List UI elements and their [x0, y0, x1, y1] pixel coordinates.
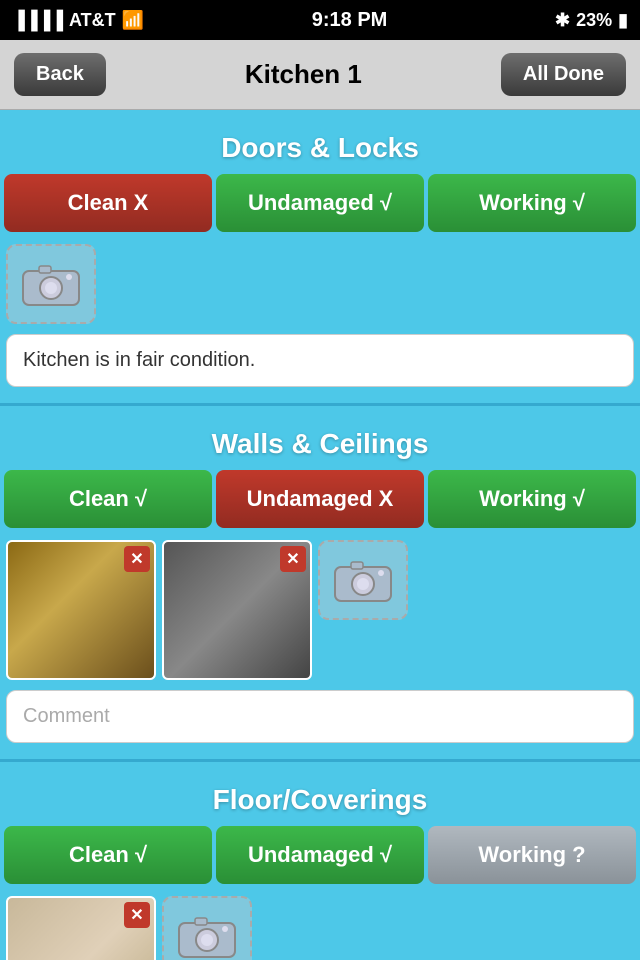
walls-ceilings-undamaged-btn[interactable]: Undamaged X	[216, 470, 424, 528]
carrier-label: AT&T	[69, 10, 116, 31]
walls-ceilings-comment[interactable]	[6, 690, 634, 743]
nav-bar: Back Kitchen 1 All Done	[0, 40, 640, 110]
camera-icon	[333, 555, 393, 605]
walls-ceilings-camera-btn[interactable]	[318, 540, 408, 620]
camera-icon	[21, 259, 81, 309]
walls-photo-2: ✕	[162, 540, 312, 680]
doors-locks-clean-btn[interactable]: Clean X	[4, 174, 212, 232]
floor-coverings-working-btn[interactable]: Working ?	[428, 826, 636, 884]
walls-photo-1-delete[interactable]: ✕	[124, 546, 150, 572]
walls-photo-2-delete[interactable]: ✕	[280, 546, 306, 572]
divider-1	[0, 403, 640, 406]
divider-2	[0, 759, 640, 762]
camera-icon	[177, 911, 237, 960]
section-doors-locks: Doors & Locks Clean X Undamaged √ Workin…	[0, 118, 640, 395]
wifi-icon: 📶	[122, 10, 144, 31]
status-right: ✱ 23% ▮	[555, 10, 628, 31]
section-title-walls-ceilings: Walls & Ceilings	[0, 414, 640, 470]
floor-photo-1-delete[interactable]: ✕	[124, 902, 150, 928]
back-button[interactable]: Back	[14, 53, 106, 96]
all-done-button[interactable]: All Done	[501, 53, 626, 96]
doors-locks-photos	[0, 238, 640, 330]
main-content: Doors & Locks Clean X Undamaged √ Workin…	[0, 110, 640, 960]
floor-coverings-camera-btn[interactable]	[162, 896, 252, 960]
walls-ceilings-clean-btn[interactable]: Clean √	[4, 470, 212, 528]
status-left: ▐▐▐▐ AT&T 📶	[12, 10, 144, 31]
section-floor-coverings: Floor/Coverings Clean √ Undamaged √ Work…	[0, 770, 640, 960]
floor-coverings-btn-row: Clean √ Undamaged √ Working ?	[4, 826, 636, 884]
doors-locks-btn-row: Clean X Undamaged √ Working √	[4, 174, 636, 232]
status-time: 9:18 PM	[312, 9, 388, 32]
walls-ceilings-btn-row: Clean √ Undamaged X Working √	[4, 470, 636, 528]
floor-coverings-clean-btn[interactable]: Clean √	[4, 826, 212, 884]
doors-locks-camera-btn[interactable]	[6, 244, 96, 324]
floor-coverings-photos: ✕	[0, 890, 640, 960]
doors-locks-comment[interactable]	[6, 334, 634, 387]
bluetooth-icon: ✱	[555, 10, 570, 31]
section-title-doors-locks: Doors & Locks	[0, 118, 640, 174]
page-title: Kitchen 1	[245, 59, 362, 90]
floor-photo-1: ✕	[6, 896, 156, 960]
doors-locks-undamaged-btn[interactable]: Undamaged √	[216, 174, 424, 232]
battery-icon: ▮	[618, 10, 628, 31]
section-walls-ceilings: Walls & Ceilings Clean √ Undamaged X Wor…	[0, 414, 640, 751]
signal-icon: ▐▐▐▐	[12, 10, 63, 31]
battery-label: 23%	[576, 10, 612, 31]
walls-ceilings-photos: ✕ ✕	[0, 534, 640, 686]
status-bar: ▐▐▐▐ AT&T 📶 9:18 PM ✱ 23% ▮	[0, 0, 640, 40]
floor-coverings-undamaged-btn[interactable]: Undamaged √	[216, 826, 424, 884]
doors-locks-working-btn[interactable]: Working √	[428, 174, 636, 232]
section-title-floor-coverings: Floor/Coverings	[0, 770, 640, 826]
walls-photo-1: ✕	[6, 540, 156, 680]
walls-ceilings-working-btn[interactable]: Working √	[428, 470, 636, 528]
